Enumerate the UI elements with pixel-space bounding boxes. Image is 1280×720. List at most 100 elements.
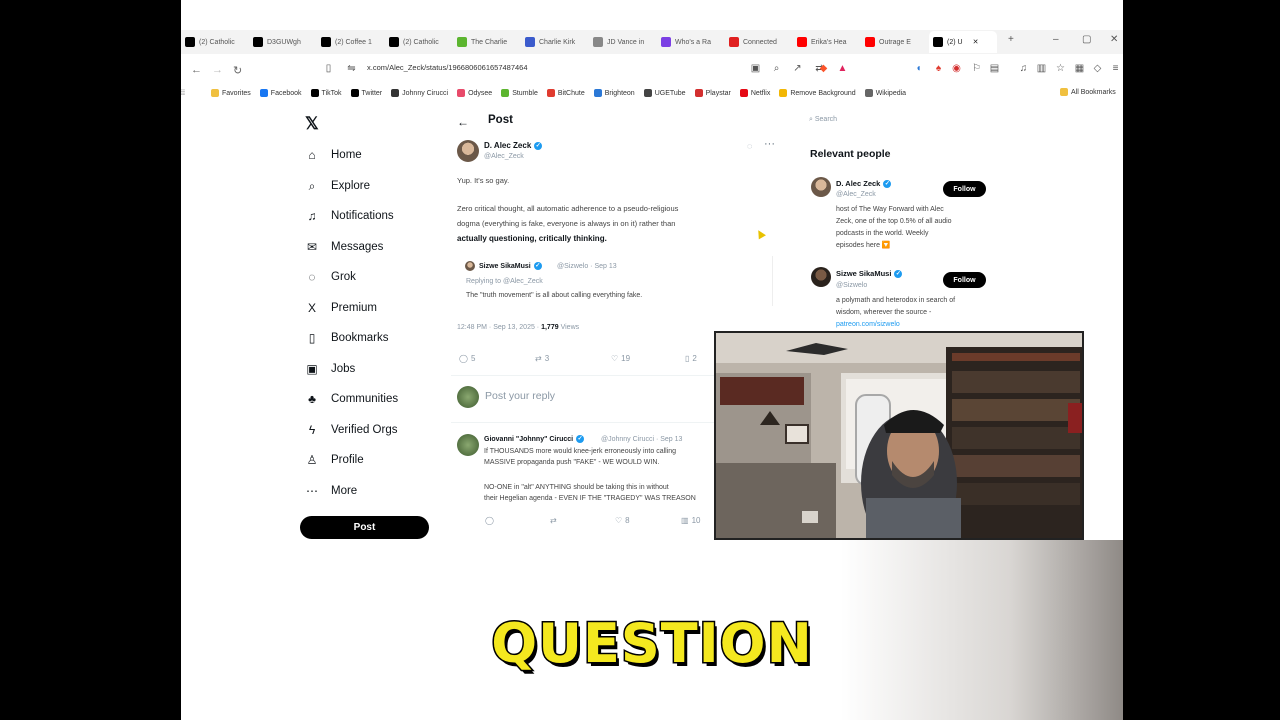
extensions-puzzle-icon[interactable]: ▤: [989, 63, 1000, 74]
avatar[interactable]: [457, 434, 479, 456]
extension-icon[interactable]: ◉: [951, 63, 962, 74]
all-bookmarks[interactable]: All Bookmarks: [1060, 88, 1116, 96]
search-input[interactable]: ⌕ Search: [809, 116, 837, 124]
follow-button[interactable]: Follow: [943, 181, 986, 197]
sidebar-item-bookmarks[interactable]: ▯ Bookmarks: [305, 331, 389, 345]
bookmark-item[interactable]: Stumble: [501, 89, 538, 97]
favorites-icon[interactable]: ☆: [1055, 63, 1066, 74]
reply-author[interactable]: Giovanni "Johnny" Cirucci ✓: [484, 435, 585, 443]
maximize-icon[interactable]: ▢: [1082, 34, 1091, 45]
back-arrow-icon[interactable]: ←: [457, 115, 469, 129]
sidebar-item-grok[interactable]: ◌ Grok: [305, 270, 356, 284]
more-options-icon[interactable]: ···: [764, 138, 775, 150]
sidebar-item-communities[interactable]: ♣ Communities: [305, 392, 398, 406]
site-info-icon[interactable]: ⇋: [346, 63, 357, 74]
like-button[interactable]: ♡ 8: [615, 516, 630, 525]
x-logo-icon[interactable]: 𝕏: [305, 114, 319, 134]
back-icon[interactable]: ←: [191, 64, 202, 76]
reply-input[interactable]: Post your reply: [485, 390, 555, 402]
grok-explain-icon[interactable]: ◌: [747, 141, 752, 151]
tab-label: (2) Coffee 1: [335, 38, 372, 46]
sidebar-item-premium[interactable]: X Premium: [305, 301, 377, 315]
sidebar-icon[interactable]: ▥: [1036, 63, 1047, 74]
reload-icon[interactable]: ↻: [233, 64, 242, 77]
bookmark-item[interactable]: Remove Background: [779, 89, 856, 97]
browser-tab[interactable]: (2) Catholic: [181, 31, 249, 53]
zoom-icon[interactable]: ⌕: [771, 63, 782, 74]
bookmark-item[interactable]: Twitter: [350, 89, 382, 97]
bookmark-item[interactable]: BitChute: [546, 89, 585, 97]
share-icon[interactable]: ↗: [792, 63, 803, 74]
brave-shield-icon[interactable]: ◆: [818, 63, 829, 74]
shield-icon[interactable]: ◇: [1092, 63, 1103, 74]
media-icon[interactable]: ♫: [1018, 63, 1029, 74]
new-tab-icon[interactable]: +: [1008, 34, 1014, 45]
browser-tab[interactable]: D3GUWgh: [249, 31, 317, 53]
sidebar-item-jobs[interactable]: ▣ Jobs: [305, 362, 355, 376]
avatar[interactable]: [811, 177, 831, 197]
extension-icon[interactable]: ◖: [913, 63, 924, 74]
author-handle[interactable]: @Alec_Zeck: [484, 153, 524, 160]
extension-icon[interactable]: ⚐: [971, 63, 982, 74]
person-name[interactable]: D. Alec Zeck ✓: [836, 179, 892, 189]
bookmark-item[interactable]: UGETube: [643, 89, 686, 97]
sidebar-item-explore[interactable]: ⌕ Explore: [305, 179, 370, 194]
repost-button[interactable]: ⇄ 3: [535, 354, 549, 363]
bookmark-item[interactable]: Netflix: [739, 89, 770, 97]
author-name[interactable]: D. Alec Zeck ✓: [484, 141, 543, 150]
bookmark-item[interactable]: Johnny Cirucci: [391, 89, 448, 97]
bookmark-item[interactable]: Favorites: [211, 89, 251, 97]
browser-tab[interactable]: (2) U ✕: [929, 31, 997, 53]
rewards-icon[interactable]: ▲: [837, 63, 848, 74]
bookmark-item[interactable]: TikTok: [310, 89, 342, 97]
reply-button[interactable]: ◯: [485, 516, 494, 525]
sidebar-item-notifications[interactable]: ♫ Notifications: [305, 209, 394, 223]
person-name[interactable]: Sizwe SikaMusi ✓: [836, 269, 903, 279]
browser-tab[interactable]: Erika's Hea: [793, 31, 861, 53]
browser-tab[interactable]: Who's a Ra: [657, 31, 725, 53]
browser-tab[interactable]: The Charlie: [453, 31, 521, 53]
quoted-tweet[interactable]: Sizwe SikaMusi ✓ @Sizwelo · Sep 13 Replyi…: [457, 256, 773, 306]
views-button[interactable]: ▥ 10: [681, 516, 700, 525]
reply-button[interactable]: ◯ 5: [459, 354, 475, 363]
mouse-cursor-icon: ▲: [749, 222, 770, 244]
sidebar-item-home[interactable]: ⌂ Home: [305, 148, 361, 162]
minimize-icon[interactable]: –: [1053, 34, 1059, 45]
repost-button[interactable]: ⇄: [550, 516, 557, 525]
bookmark-item[interactable]: Brighteon: [593, 89, 635, 97]
bookmark-page-icon[interactable]: ▯: [323, 63, 334, 74]
tab-label: JD Vance in: [607, 38, 645, 46]
x-favicon-icon: [933, 37, 943, 47]
bio-link[interactable]: patreon.com/sizwelo: [836, 319, 955, 331]
sidebar-item-messages[interactable]: ✉ Messages: [305, 240, 383, 254]
screenshot-icon[interactable]: ▣: [750, 63, 761, 74]
sidebar-item-profile[interactable]: ♙ Profile: [305, 453, 364, 467]
browser-tab[interactable]: JD Vance in: [589, 31, 657, 53]
collections-icon[interactable]: ▦: [1074, 63, 1085, 74]
post-button[interactable]: Post: [300, 516, 429, 539]
bookmark-item[interactable]: Odysee: [457, 89, 492, 97]
close-tab-icon[interactable]: ✕: [973, 38, 979, 46]
browser-tab[interactable]: (2) Catholic: [385, 31, 453, 53]
search-icon: ⌕: [308, 178, 316, 193]
avatar[interactable]: [811, 267, 831, 287]
bookmark-button[interactable]: ▯ 2: [685, 354, 697, 363]
bookmark-item[interactable]: Wikipedia: [864, 89, 906, 97]
like-button[interactable]: ♡ 19: [611, 354, 630, 363]
forward-icon[interactable]: →: [212, 64, 223, 76]
browser-tab[interactable]: Charlie Kirk: [521, 31, 589, 53]
browser-tab[interactable]: (2) Coffee 1: [317, 31, 385, 53]
bookmark-item[interactable]: Facebook: [259, 89, 302, 97]
follow-button[interactable]: Follow: [943, 272, 986, 288]
url-field[interactable]: x.com/Alec_Zeck/status/19668060616574874…: [367, 63, 528, 72]
sidebar-item-more[interactable]: ⋯ More: [305, 484, 357, 498]
browser-tab[interactable]: Outrage E: [861, 31, 929, 53]
bookmark-item[interactable]: Playstar: [694, 89, 731, 97]
avatar[interactable]: [457, 140, 479, 162]
sidebar-item-verified-orgs[interactable]: ϟ Verified Orgs: [305, 423, 398, 437]
browser-tab[interactable]: Connected: [725, 31, 793, 53]
menu-icon[interactable]: ≡: [1110, 63, 1121, 74]
close-window-icon[interactable]: ✕: [1110, 34, 1118, 45]
extension-icon[interactable]: ♠: [933, 63, 944, 74]
apps-icon[interactable]: ⁞⁞: [181, 90, 211, 97]
